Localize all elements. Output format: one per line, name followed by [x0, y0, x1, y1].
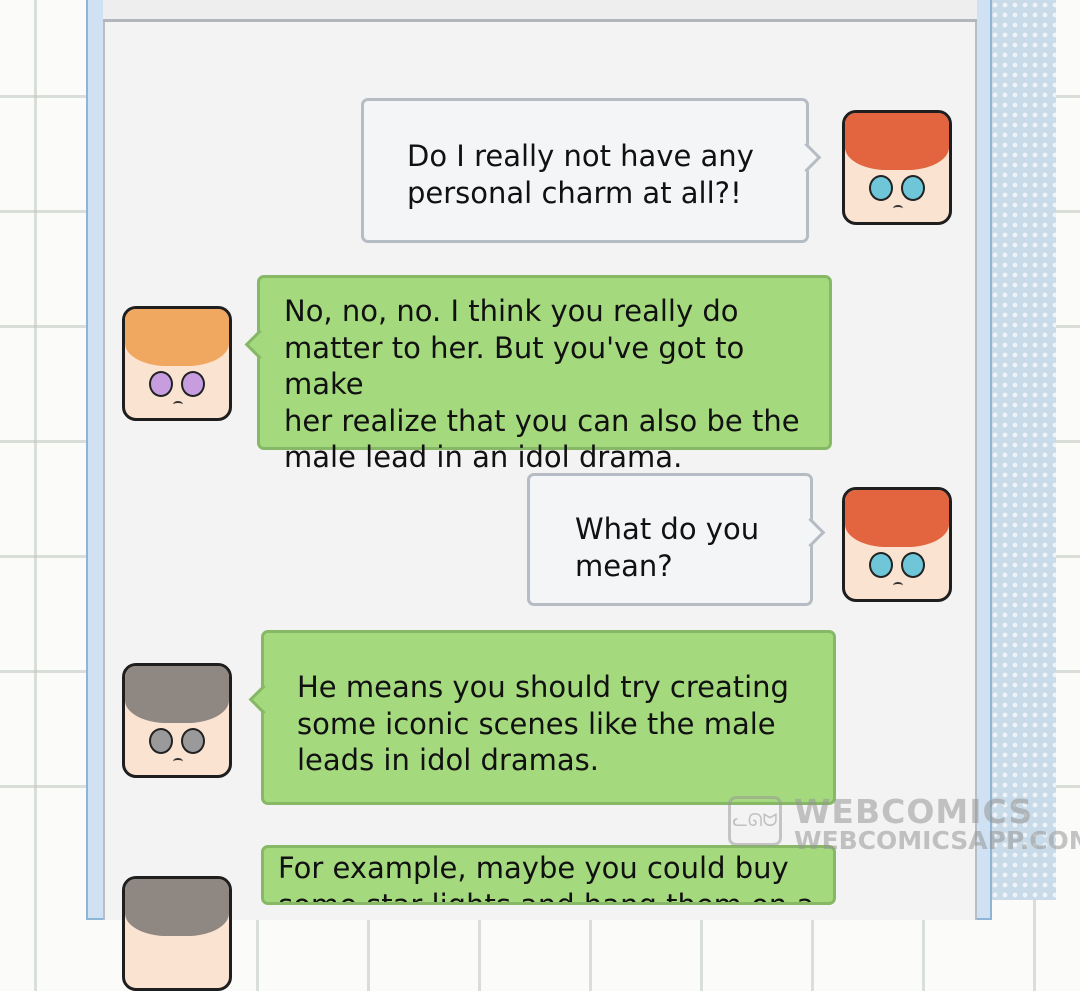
eye-icon — [181, 371, 205, 397]
brown-haired-boy-avatar[interactable] — [122, 663, 232, 778]
red-haired-boy-avatar[interactable] — [842, 487, 952, 602]
watermark-url: WEBCOMICSAPP.COM — [794, 826, 1080, 855]
eye-icon — [869, 552, 893, 578]
eye-icon — [149, 371, 173, 397]
chat-top-bar — [103, 0, 977, 22]
eye-icon — [181, 728, 205, 754]
hair-shape — [845, 113, 949, 170]
webcomics-cat-logo-icon: ᓚᘏᗢ — [728, 796, 782, 846]
chat-bubble-received: For example, maybe you could buy some st… — [261, 845, 836, 905]
orange-haired-boy-avatar[interactable] — [122, 306, 232, 421]
message-text: What do you mean? — [575, 512, 760, 583]
chat-bubble-sent: Do I really not have any personal charm … — [361, 98, 822, 243]
red-haired-boy-avatar[interactable] — [842, 110, 952, 225]
message-text: He means you should try creating some ic… — [297, 670, 789, 777]
hair-shape — [845, 490, 949, 547]
chat-bubble-sent: What do you mean? — [527, 473, 826, 606]
mouth-icon — [173, 401, 183, 408]
hair-shape — [125, 309, 229, 366]
mouth-icon — [893, 205, 903, 212]
dotted-background-pattern — [990, 0, 1056, 900]
chat-bubble-received: He means you should try creating some ic… — [248, 630, 836, 805]
mouth-icon — [173, 758, 183, 765]
eye-icon — [869, 175, 893, 201]
message-text: Do I really not have any personal charm … — [407, 139, 754, 210]
chat-bubble-received: No, no, no. I think you really do matter… — [244, 275, 832, 474]
message-text: No, no, no. I think you really do matter… — [284, 294, 800, 474]
eye-icon — [901, 175, 925, 201]
eye-icon — [149, 728, 173, 754]
brown-haired-boy-avatar[interactable] — [122, 876, 232, 991]
webcomics-watermark: ᓚᘏᗢ WEBCOMICS WEBCOMICSAPP.COM — [728, 792, 1080, 855]
hair-shape — [125, 666, 229, 723]
eye-icon — [901, 552, 925, 578]
mouth-icon — [893, 582, 903, 589]
hair-shape — [125, 879, 229, 936]
message-text: For example, maybe you could buy some st… — [278, 851, 815, 905]
